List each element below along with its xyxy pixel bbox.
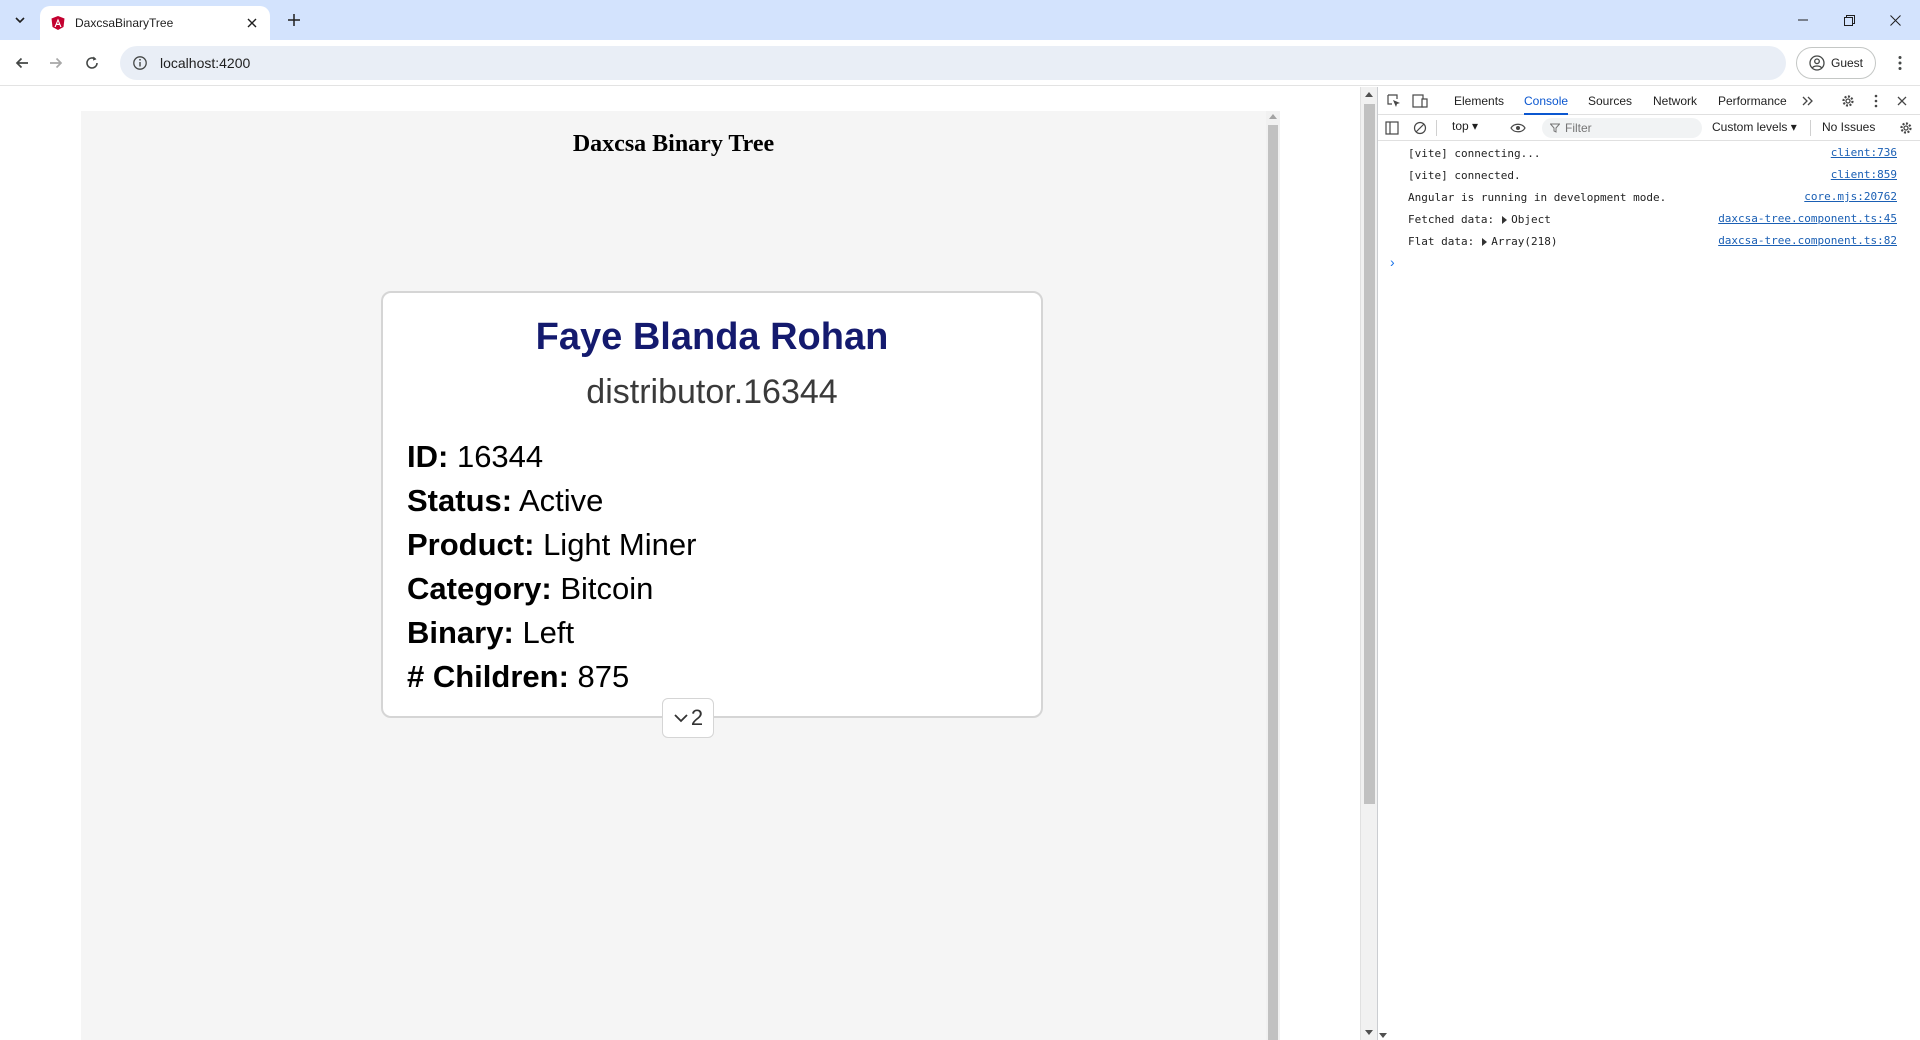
profile-button[interactable]: Guest [1796, 47, 1876, 79]
toolbar-divider [1436, 120, 1437, 136]
console-filter-input[interactable]: Filter [1542, 118, 1702, 138]
live-expression-eye-icon[interactable] [1508, 118, 1528, 138]
log-source-link[interactable]: core.mjs:20762 [1804, 190, 1897, 203]
tab-console[interactable]: Console [1524, 87, 1569, 115]
page-scroll-down-icon[interactable] [1365, 1030, 1373, 1035]
binary-tree-container[interactable]: Daxcsa Binary Tree Faye Blanda Rohan dis… [81, 111, 1280, 1040]
profile-avatar-icon [1809, 55, 1825, 71]
expand-triangle-icon[interactable] [1502, 215, 1508, 224]
close-tab-icon[interactable] [244, 15, 260, 31]
chevron-down-icon [674, 714, 688, 723]
tree-scrollbar-thumb[interactable] [1268, 125, 1278, 1040]
page-scrollbar[interactable] [1360, 87, 1377, 1040]
new-tab-plus-icon[interactable] [282, 8, 306, 32]
tab-search-chevron-icon[interactable] [8, 8, 32, 32]
console-output: [vite] connecting... client:736 [vite] c… [1378, 142, 1920, 272]
site-info-icon[interactable] [132, 55, 148, 71]
close-devtools-icon[interactable] [1892, 91, 1912, 111]
forward-arrow-icon[interactable] [44, 51, 68, 75]
browser-tab[interactable]: DaxcsaBinaryTree [40, 6, 270, 40]
log-levels-dropdown[interactable]: Custom levels ▾ [1712, 120, 1797, 134]
inspect-element-icon[interactable] [1384, 91, 1404, 111]
devtools-tabbar: Elements Console Sources Network Perform… [1378, 87, 1920, 115]
field-children: # Children: 875 [407, 659, 630, 694]
field-product: Product: Light Miner [407, 527, 697, 562]
tab-network[interactable]: Network [1653, 87, 1697, 115]
issues-counter[interactable]: No Issues [1822, 120, 1875, 134]
tree-node-card[interactable]: Faye Blanda Rohan distributor.16344 ID: … [381, 291, 1043, 738]
sidebar-toggle-icon[interactable] [1382, 118, 1402, 138]
close-window-icon[interactable] [1872, 0, 1918, 40]
address-bar[interactable]: localhost:4200 [120, 46, 1786, 80]
console-settings-gear-icon[interactable] [1896, 118, 1916, 138]
expand-triangle-icon[interactable] [1482, 237, 1488, 246]
browser-toolbar: localhost:4200 Guest [0, 40, 1920, 86]
scroll-up-arrow-icon[interactable] [1269, 114, 1277, 119]
page-scroll-up-icon[interactable] [1365, 92, 1373, 97]
log-source-link[interactable]: daxcsa-tree.component.ts:82 [1718, 234, 1897, 247]
field-id: ID: 16344 [407, 439, 544, 474]
back-arrow-icon[interactable] [10, 51, 34, 75]
tab-performance[interactable]: Performance [1718, 87, 1787, 115]
page-scrollbar-thumb[interactable] [1364, 104, 1375, 804]
field-binary: Binary: Left [407, 615, 575, 650]
log-source-link[interactable]: client:859 [1831, 168, 1897, 181]
expand-count: 2 [690, 705, 704, 730]
node-username: distributor.16344 [586, 373, 838, 411]
tab-elements[interactable]: Elements [1454, 87, 1504, 115]
reload-icon[interactable] [80, 51, 104, 75]
filter-funnel-icon [1550, 123, 1560, 133]
console-log-row: Fetched data: Object daxcsa-tree.componen… [1408, 212, 1897, 226]
tab-sources[interactable]: Sources [1588, 87, 1632, 115]
console-log-row: [vite] connecting... client:736 [1408, 146, 1897, 160]
node-name: Faye Blanda Rohan [535, 316, 889, 358]
field-status: Status: Active [407, 483, 604, 518]
console-log-row: Angular is running in development mode. … [1408, 190, 1897, 204]
more-tabs-chevrons-icon[interactable] [1798, 91, 1818, 111]
browser-menu-kebab-icon[interactable] [1888, 51, 1912, 75]
devtools-settings-gear-icon[interactable] [1838, 91, 1858, 111]
field-category: Category: Bitcoin [407, 571, 654, 606]
devtools-scroll-down-icon[interactable] [1379, 1033, 1387, 1038]
log-source-link[interactable]: client:736 [1831, 146, 1897, 159]
log-source-link[interactable]: daxcsa-tree.component.ts:45 [1718, 212, 1897, 225]
console-toolbar: top ▾ Filter Custom levels ▾ No Issues [1378, 115, 1920, 141]
console-log-row: [vite] connected. client:859 [1408, 168, 1897, 182]
tab-title: DaxcsaBinaryTree [75, 16, 174, 30]
tree-scrollbar[interactable] [1266, 111, 1280, 1040]
page-title: Daxcsa Binary Tree [572, 131, 775, 157]
url-text: localhost:4200 [160, 55, 251, 71]
restore-icon[interactable] [1826, 0, 1872, 40]
context-selector[interactable]: top ▾ [1452, 119, 1478, 133]
page-viewport: Daxcsa Binary Tree Faye Blanda Rohan dis… [0, 87, 1360, 1040]
console-log-row: Flat data: Array(218) daxcsa-tree.compone… [1408, 234, 1897, 248]
expandable-object[interactable]: Object [1511, 213, 1551, 226]
console-prompt[interactable]: › [1378, 252, 1920, 272]
expandable-array[interactable]: Array(218) [1491, 235, 1557, 248]
clear-console-icon[interactable] [1410, 118, 1430, 138]
toolbar-divider [1810, 120, 1811, 136]
minimize-icon[interactable] [1780, 0, 1826, 40]
device-toolbar-icon[interactable] [1410, 91, 1430, 111]
node-fields: ID: 16344 Status: Active Product: Light … [407, 435, 696, 699]
profile-label: Guest [1831, 56, 1864, 70]
angular-favicon-icon [50, 15, 66, 31]
devtools-panel: Elements Console Sources Network Perform… [1377, 87, 1920, 1040]
expand-children-button[interactable]: 2 [662, 698, 714, 738]
devtools-menu-kebab-icon[interactable] [1866, 91, 1886, 111]
tab-strip: DaxcsaBinaryTree [0, 0, 1920, 40]
